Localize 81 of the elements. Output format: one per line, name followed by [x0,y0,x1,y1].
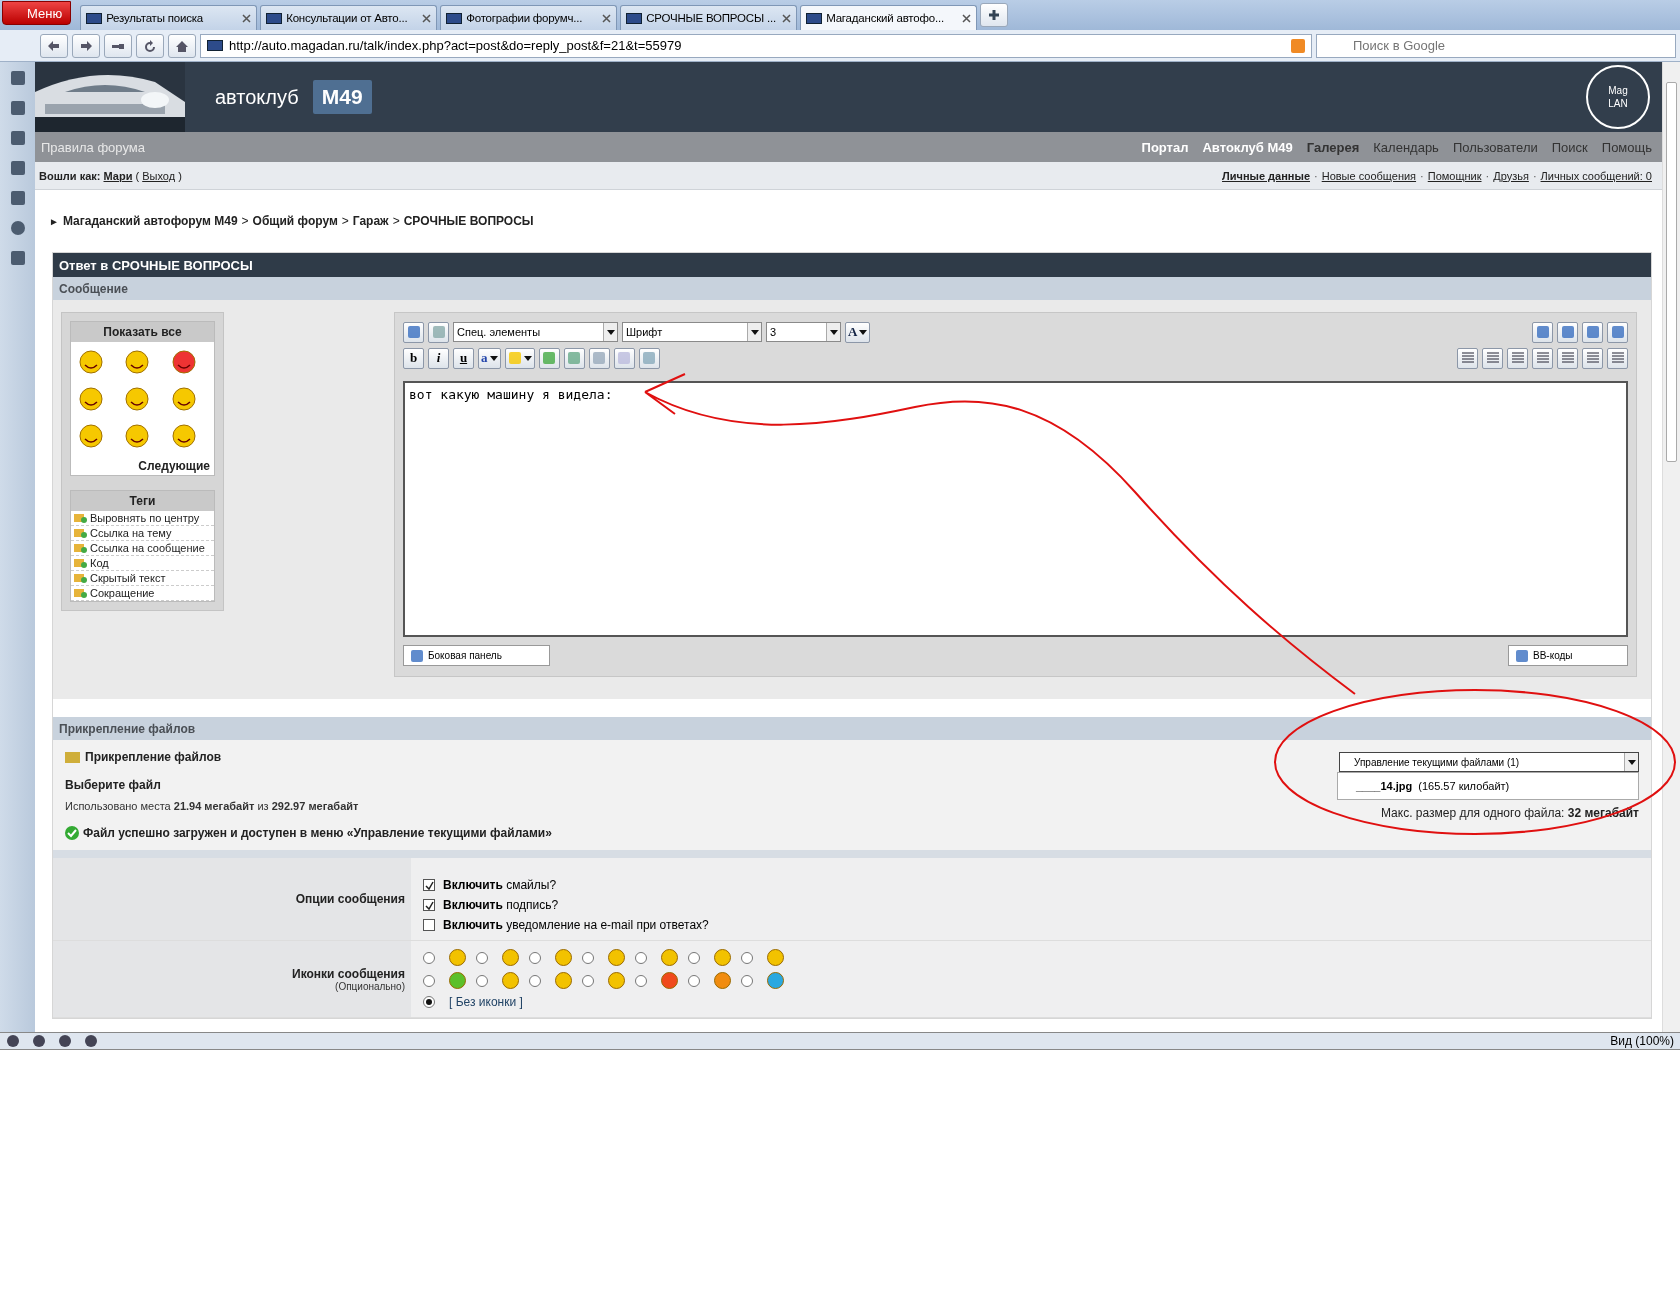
format-select[interactable]: Спец. элементы [453,322,618,342]
show-all-header[interactable]: Показать все [71,322,214,342]
space-usage-text: Использовано места 21.94 мегабайт из 292.97 мегабайт [65,800,360,812]
section-header: Сообщение [53,277,1651,300]
bbcode-button[interactable]: BB-коды [1508,645,1628,666]
breadcrumb-separator: > [392,214,400,228]
user-menu-link[interactable]: Личных сообщений: 0 [1540,169,1652,182]
paren-text: ( [135,169,140,182]
user-menu-link[interactable]: Помощник [1427,169,1482,182]
club-badge: M49 [312,80,372,114]
tag-item[interactable]: Код [71,556,214,571]
manage-files-select[interactable]: Управление текущими файлами (1) [1339,752,1639,772]
icons-label: Иконки сообщения [292,966,405,981]
tag-label: Ссылка на сообщение [90,542,205,554]
tag-label: Выровнять по центру [90,512,200,524]
user-menu-link[interactable]: Новые сообщения [1321,169,1417,182]
nav-link[interactable]: Пользователи [1452,139,1538,155]
menu-button[interactable]: Меню [2,1,72,25]
font-color-button[interactable]: A [845,321,871,343]
file-menu-item[interactable]: ____14.jpg (165.57 килобайт) [1337,772,1639,800]
tag-label: Сокращение [90,587,155,599]
browser-tab[interactable]: Консультации от Авто... [260,5,438,30]
optional-hint: (Опционально) [335,980,405,992]
highlight-button[interactable]: a [478,347,501,369]
nav-link[interactable]: Галерея [1306,139,1360,155]
tag-item[interactable]: Выровнять по центру [71,511,214,526]
separator-dot: · [1485,169,1490,182]
logout-link[interactable]: Выход [142,169,176,182]
user-menu-link[interactable]: Личные данные [1222,169,1310,182]
tag-item[interactable]: Ссылка на тему [71,526,214,541]
nav-link[interactable]: Помощь [1601,139,1652,155]
options-label: Опции сообщения [295,892,405,906]
club-title: автоклуб [215,85,299,109]
format-select[interactable]: 3 [766,322,841,342]
success-message: Файл успешно загружен и доступен в меню «Управление текущими файлами» [83,826,552,840]
option-label: Включить смайлы? [443,878,557,892]
separator-dot: · [1532,169,1537,182]
user-menu-link[interactable]: Друзья [1493,169,1529,182]
section-header: Прикрепление файлов [53,717,1651,740]
tag-item[interactable]: Скрытый текст [71,571,214,586]
breadcrumb-link[interactable]: Магаданский автофорум M49 [62,214,238,228]
nav-link[interactable]: Календарь [1373,139,1439,155]
breadcrumb-separator: > [341,214,349,228]
tag-label: Ссылка на тему [90,527,172,539]
tag-item[interactable]: Сокращение [71,586,214,601]
choose-file-label: Выберите файл [65,778,162,792]
breadcrumb-separator: > [241,214,249,228]
message-field[interactable]: вот какую машину я видела: [403,381,1628,637]
zoom-indicator[interactable]: Вид (100%) [1610,1034,1674,1048]
breadcrumb-link[interactable]: Общий форум [252,214,338,228]
attachments-title: Прикрепление файлов [65,750,552,764]
option-label: Включить подпись? [443,898,559,912]
breadcrumb-link[interactable]: Гараж [352,214,389,228]
option-label: Включить уведомление на e-mail при ответах? [443,918,709,932]
tags-header: Теги [71,491,214,511]
next-link[interactable]: Следующие [71,457,214,475]
side-panel-button[interactable]: Боковая панель [403,645,550,666]
browser-tab[interactable]: Фотографии форумч... [440,5,618,30]
address-field[interactable]: http://auto.magadan.ru/talk/index.php?act=post&do=reply_post&f=21&t=55979 [200,33,1312,58]
search-field[interactable]: Поиск в Google [1316,33,1676,58]
no-icon-label: [ Без иконки ] [449,995,523,1009]
site-logo[interactable]: Mag LAN [1586,65,1650,129]
nav-link[interactable]: Поиск [1551,139,1588,155]
format-select[interactable]: Шрифт [622,322,762,342]
browser-tab[interactable]: Магаданский автофо... [800,5,978,30]
separator-dot: · [1314,169,1318,182]
browser-tab[interactable]: СРОЧНЫЕ ВОПРОСЫ ... [620,5,798,30]
format-button[interactable]: b [403,347,424,369]
format-button[interactable]: u [453,347,474,369]
paren-text: ) [178,169,182,182]
tag-label: Скрытый текст [90,572,166,584]
tag-item[interactable]: Ссылка на сообщение [71,541,214,556]
browser-tab[interactable]: Результаты поиска [80,5,258,30]
form-title: Ответ в СРОЧНЫЕ ВОПРОСЫ [53,253,1651,277]
user-link[interactable]: Мари [103,169,133,182]
separator-dot: · [1420,169,1424,182]
login-label: Вошли как: [39,169,101,182]
format-button[interactable]: i [428,347,449,369]
tag-label: Код [90,557,109,569]
breadcrumb-link[interactable]: СРОЧНЫЕ ВОПРОСЫ [403,214,534,228]
breadcrumb-marker: ► [49,215,59,227]
